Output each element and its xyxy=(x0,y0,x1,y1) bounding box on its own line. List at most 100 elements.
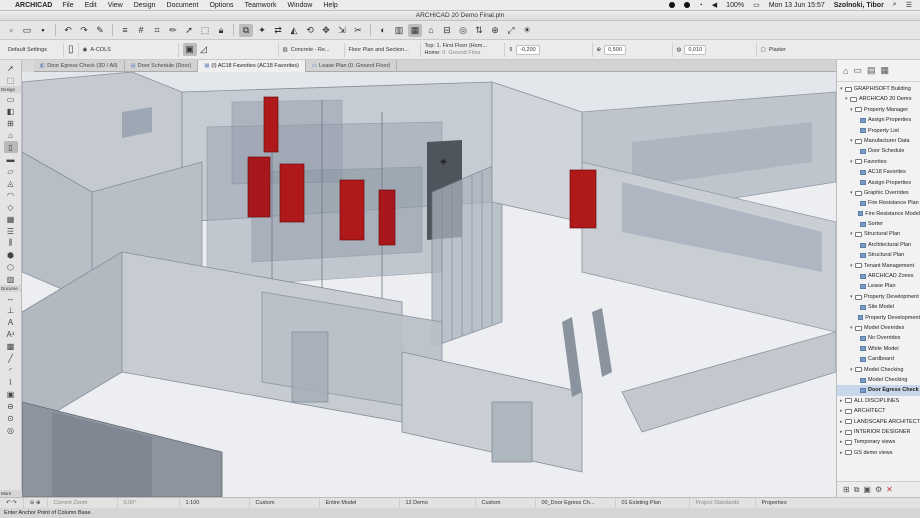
arrow-select-icon[interactable]: ➚ xyxy=(182,24,196,37)
menu-user[interactable]: Szolnoki, Tibor xyxy=(834,2,884,9)
bottom-offset-field[interactable]: 0,500 xyxy=(604,44,626,55)
menu-options[interactable]: Options xyxy=(209,2,233,9)
redo-icon[interactable]: ↷ xyxy=(77,24,91,37)
menu-clock[interactable]: Mon 13 Jun 15:57 xyxy=(769,2,825,9)
save-view-icon[interactable]: ▣ xyxy=(863,485,871,494)
status-dot-icon[interactable] xyxy=(683,2,690,8)
arc-tool[interactable]: ◜ xyxy=(4,364,18,376)
suspend-groups-icon[interactable]: ⧉ xyxy=(239,23,253,37)
tree-view-item[interactable]: Architectural Plan xyxy=(837,240,920,250)
tree-folder[interactable]: ▾ Structural Plan xyxy=(837,229,920,239)
elevation-tool[interactable]: ⊙ xyxy=(4,412,18,424)
volume-icon[interactable]: ◀ xyxy=(712,1,717,9)
pick-up-icon[interactable]: ✎ xyxy=(93,24,107,37)
render-icon[interactable]: ☀ xyxy=(520,24,534,37)
tree-view-item[interactable]: Cardboard xyxy=(837,354,920,364)
tree-view-item[interactable]: Lease Plan xyxy=(837,281,920,291)
view-map-icon[interactable]: ▭ xyxy=(853,65,862,76)
stretch-icon[interactable]: ⇲ xyxy=(335,24,349,37)
text-tool[interactable]: A xyxy=(4,316,18,328)
tree-view-item[interactable]: Assign Properties xyxy=(837,178,920,188)
column-tool[interactable]: ▯ xyxy=(3,141,18,153)
default-settings-label[interactable]: Default Settings xyxy=(8,47,47,53)
menu-edit[interactable]: Edit xyxy=(85,2,97,9)
walk-icon[interactable]: ⇅ xyxy=(472,24,486,37)
object-tool[interactable]: ⌂ xyxy=(4,129,18,141)
layout-book-icon[interactable]: ▤ xyxy=(867,65,876,76)
search-icon[interactable]: ⌕ xyxy=(893,1,897,9)
tree-view-item[interactable]: No Overrides xyxy=(837,333,920,343)
tree-folder[interactable]: ▸ ALL DISCIPLINES xyxy=(837,396,920,406)
delete-icon[interactable]: ✕ xyxy=(886,485,893,494)
marquee-icon[interactable]: ⬚ xyxy=(198,24,212,37)
curtain-wall-tool[interactable]: ▦ xyxy=(4,213,18,225)
drag-icon[interactable]: ✥ xyxy=(319,24,333,37)
marquee-tool[interactable]: ⬚ xyxy=(4,74,18,86)
tree-view-item[interactable]: Assign Properties xyxy=(837,115,920,125)
trace-icon[interactable]: ◐ xyxy=(376,24,390,37)
mirror-icon[interactable]: ◭ xyxy=(287,24,301,37)
3d-model-canvas[interactable]: ◈ xyxy=(22,72,836,497)
design-section-label[interactable]: Design xyxy=(0,86,21,93)
material-value[interactable]: Concrete - Re... xyxy=(291,47,330,53)
structure-display[interactable]: Entire Model xyxy=(320,497,400,509)
tree-folder[interactable]: ▾ Property Development xyxy=(837,292,920,302)
document-section-label[interactable]: Docume xyxy=(0,285,21,292)
column-settings-icon[interactable]: ▯ xyxy=(68,44,74,55)
tab-ac18-favorites[interactable]: ▦ (I) AC18 Favorites (AC18 Favorites) xyxy=(198,60,306,72)
zone-tool[interactable]: ⬡ xyxy=(4,261,18,273)
tree-folder[interactable]: ▾ Model Checking xyxy=(837,365,920,375)
tree-folder[interactable]: ▾ Graphic Overrides xyxy=(837,188,920,198)
pencil-icon[interactable]: ✏ xyxy=(166,24,180,37)
pen-set[interactable]: 12 Demo xyxy=(400,497,476,509)
tree-view-item[interactable]: Door Egress Check xyxy=(837,385,920,396)
tree-folder[interactable]: ▾ Model Overrides xyxy=(837,323,920,333)
grid-snap-icon[interactable]: # xyxy=(134,24,148,37)
tree-view-item[interactable]: Door Schedule xyxy=(837,146,920,156)
more-section-label[interactable]: More xyxy=(0,490,22,497)
guide-lines-icon[interactable]: ⌗ xyxy=(150,24,164,37)
clone-view-icon[interactable]: ⧉ xyxy=(854,485,860,495)
menu-view[interactable]: View xyxy=(108,2,123,9)
dimension-standard[interactable]: Project Standards xyxy=(690,497,756,509)
lock-icon[interactable]: 🔒︎ xyxy=(214,24,228,37)
finish-value[interactable]: Plaster xyxy=(769,47,786,53)
menu-document[interactable]: Document xyxy=(167,2,199,9)
menu-window[interactable]: Window xyxy=(287,2,312,9)
tree-folder[interactable]: ▾ GRAPHISOFT Building xyxy=(837,84,920,94)
roof-tool[interactable]: ◬ xyxy=(4,177,18,189)
dimension-tool[interactable]: ↔ xyxy=(4,292,18,304)
undo-icon[interactable]: ↶ xyxy=(61,24,75,37)
status-dot-icon[interactable] xyxy=(668,2,675,8)
top-story-value[interactable]: 1. First Floor (Hom... xyxy=(436,43,486,49)
tree-view-item[interactable]: Sorter xyxy=(837,219,920,229)
wifi-icon[interactable]: ◔ xyxy=(699,2,703,9)
home-story-value[interactable]: 0. Ground Floor xyxy=(442,50,481,56)
level-dimension-tool[interactable]: ⊥ xyxy=(4,304,18,316)
tree-folder[interactable]: ▾ Manufacturer Data xyxy=(837,136,920,146)
beam-tool[interactable]: ▬ xyxy=(4,153,18,165)
publisher-icon[interactable]: ▦ xyxy=(880,65,889,76)
tab-door-schedule[interactable]: ▤ Door Schedule (Door) xyxy=(125,60,199,72)
top-offset-field[interactable]: -0,200 xyxy=(516,44,540,55)
polyline-tool[interactable]: ⌇ xyxy=(4,376,18,388)
menu-help[interactable]: Help xyxy=(323,2,337,9)
tree-folder[interactable]: ▸ INTERIOR DESIGNER xyxy=(837,427,920,437)
save-icon[interactable]: ▪ xyxy=(36,24,50,37)
skylight-tool[interactable]: ◇ xyxy=(4,201,18,213)
fill-tool[interactable]: ▩ xyxy=(4,340,18,352)
scale-selector[interactable]: 1:100 xyxy=(180,497,250,509)
new-folder-icon[interactable]: ⊞ xyxy=(843,485,850,494)
tree-view-item[interactable]: Property Development xyxy=(837,313,920,323)
magic-wand-icon[interactable]: ✦ xyxy=(255,24,269,37)
orientation-angle[interactable]: 0,00° xyxy=(118,497,180,509)
stair-tool[interactable]: ☰ xyxy=(4,225,18,237)
3d-window-icon[interactable]: ▦ xyxy=(408,23,422,37)
tree-folder[interactable]: ▾ Tenant Management xyxy=(837,261,920,271)
layer-value[interactable]: A-COLS xyxy=(90,47,110,53)
drawing-tool[interactable]: ▣ xyxy=(4,388,18,400)
shell-tool[interactable]: ◠ xyxy=(4,189,18,201)
tree-view-item[interactable]: ARCHICAD Zones xyxy=(837,271,920,281)
mesh-tool[interactable]: ▨ xyxy=(4,273,18,285)
door-tool[interactable]: ◧ xyxy=(4,105,18,117)
